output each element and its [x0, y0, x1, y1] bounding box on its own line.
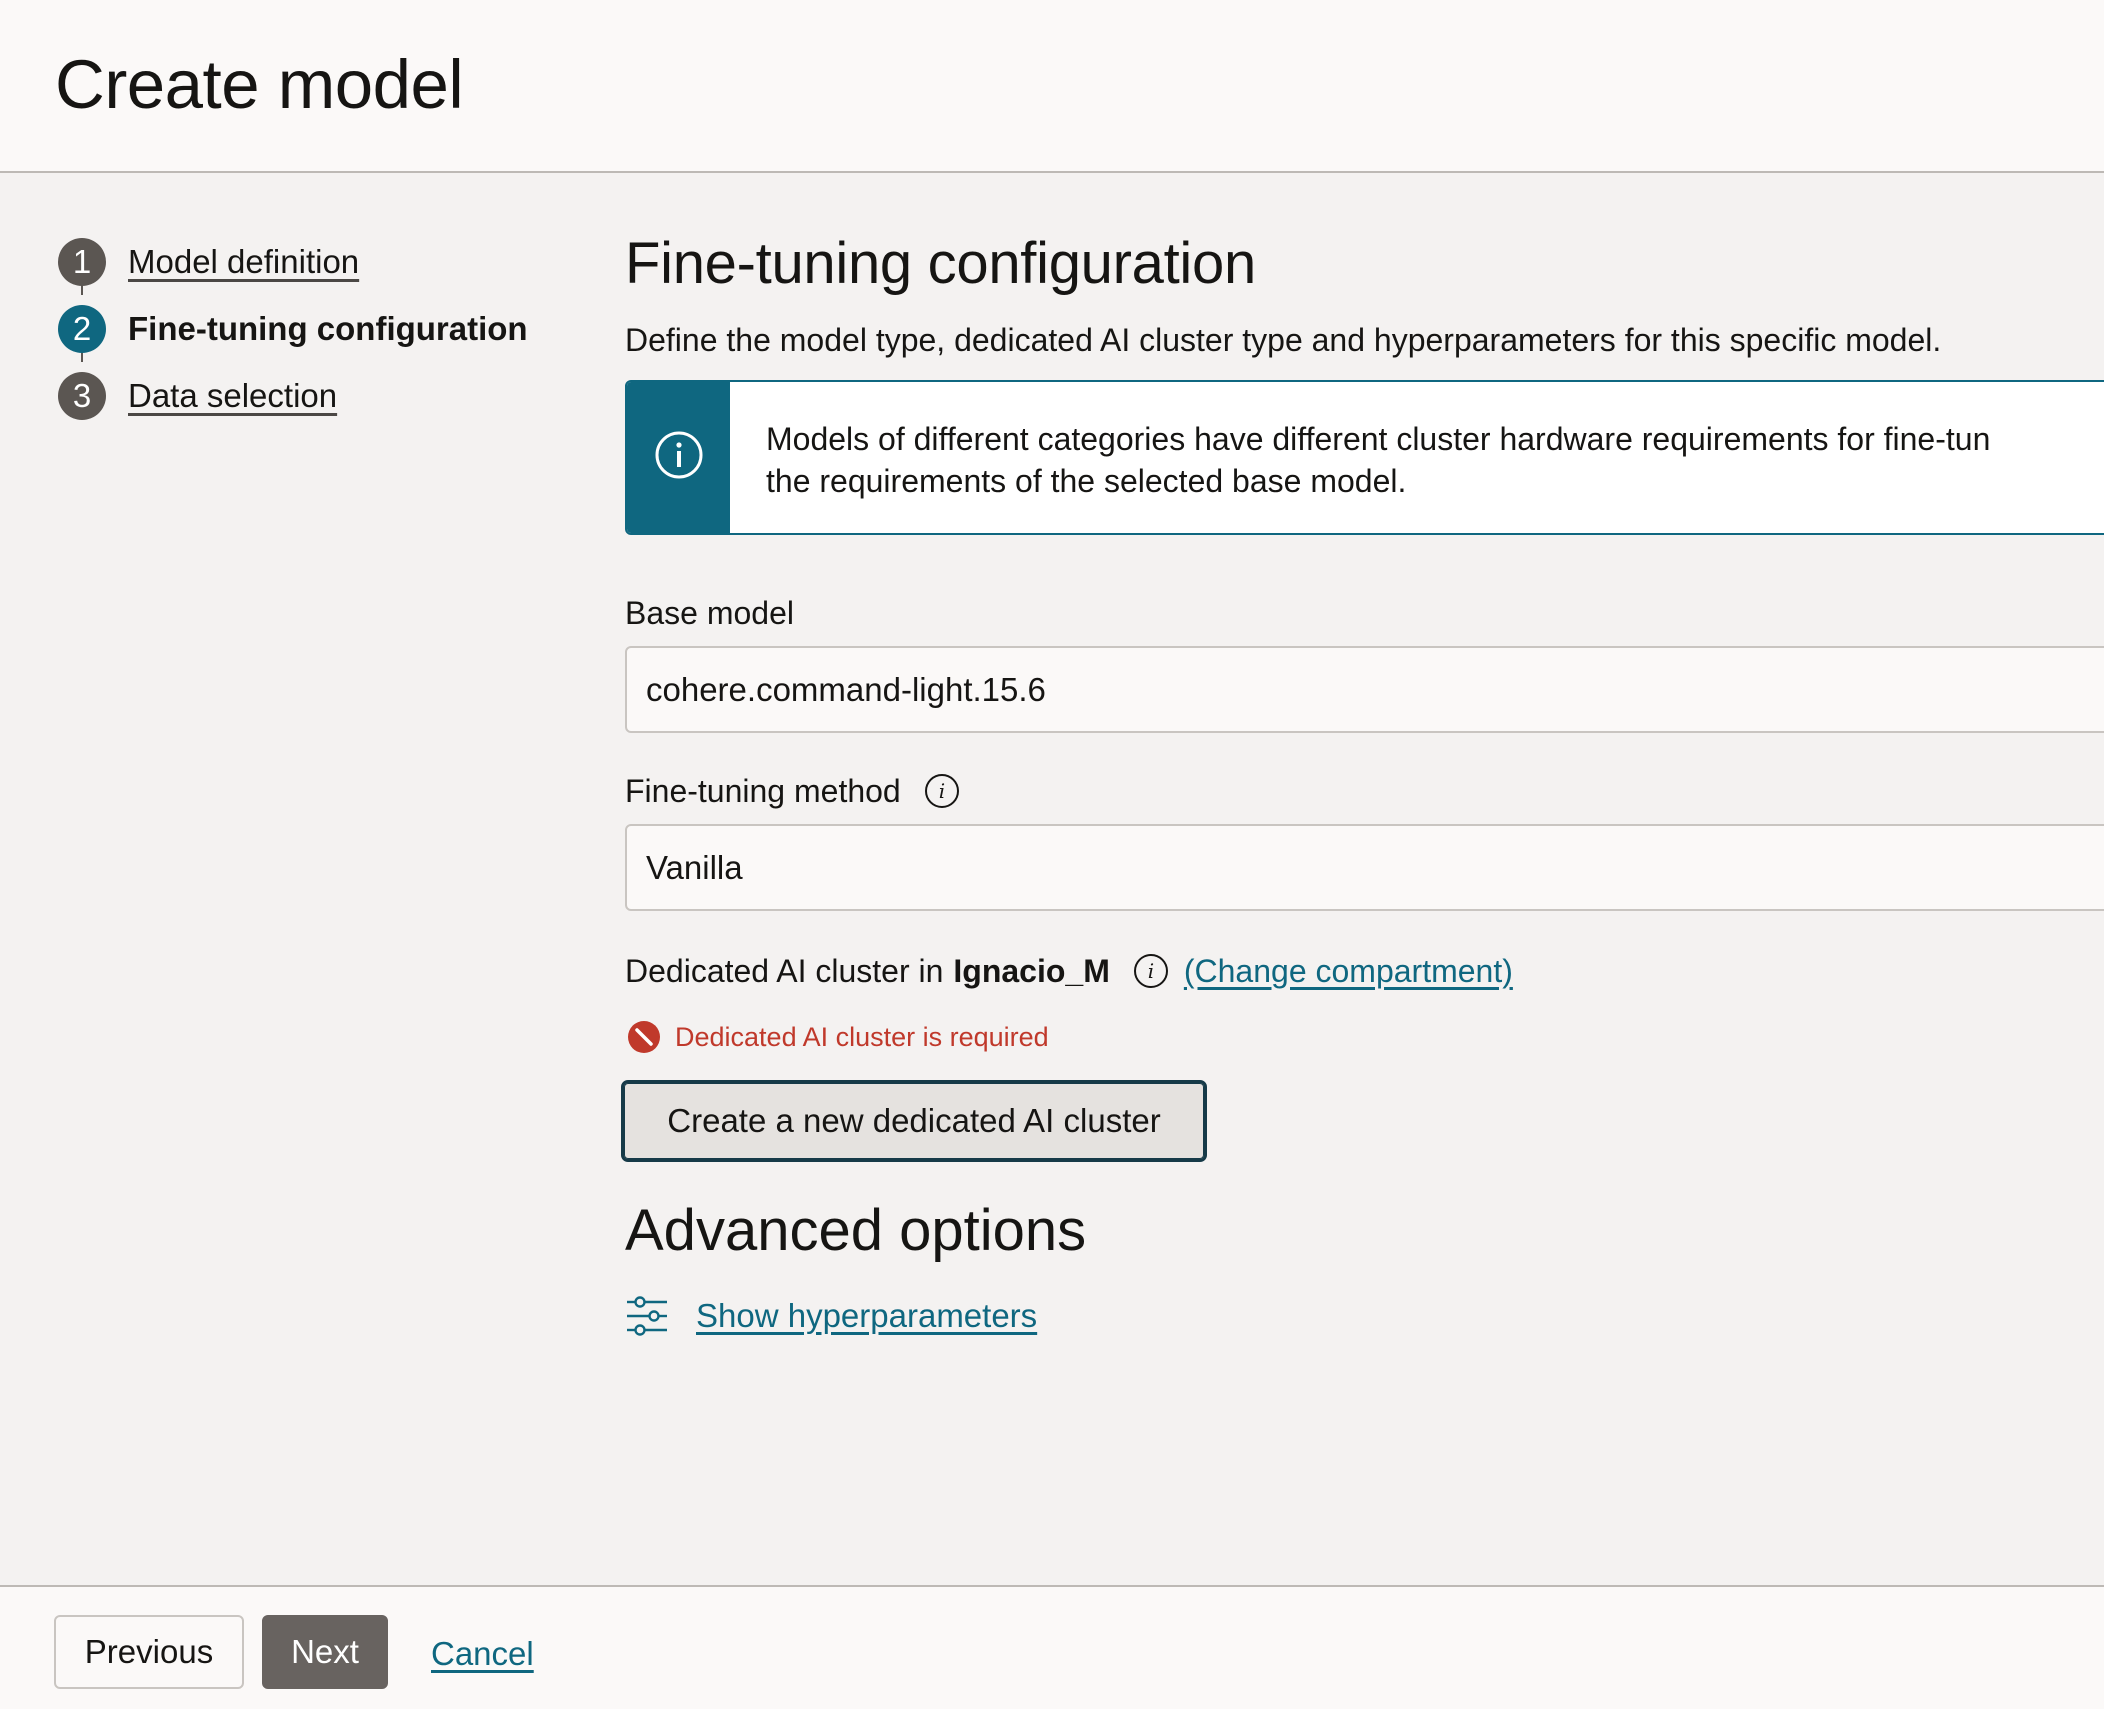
- advanced-options-title: Advanced options: [625, 1198, 1087, 1263]
- step-label: Fine-tuning configuration: [128, 309, 528, 347]
- info-help-icon[interactable]: i: [1132, 952, 1170, 990]
- info-stripe: [627, 382, 730, 533]
- wizard-footer: Previous Next Cancel: [0, 1585, 2104, 1709]
- cluster-label-prefix: Dedicated AI cluster in: [625, 952, 944, 989]
- base-model-label: Base model: [625, 595, 794, 632]
- fine-tuning-method-label: Fine-tuning method i: [625, 772, 961, 810]
- show-hyperparameters-row[interactable]: Show hyperparameters: [625, 1293, 1037, 1339]
- step-number: 1: [58, 237, 106, 286]
- info-text-line: the requirements of the selected base mo…: [766, 463, 1407, 499]
- page-title: Create model: [55, 46, 464, 123]
- step-fine-tuning-configuration: 2 Fine-tuning configuration: [58, 295, 578, 362]
- base-model-field[interactable]: cohere.command-light.15.6: [625, 646, 2104, 733]
- fine-tuning-method-label-text: Fine-tuning method: [625, 772, 901, 809]
- wizard-stepper: 1 Model definition 2 Fine-tuning configu…: [58, 228, 578, 429]
- section-description: Define the model type, dedicated AI clus…: [625, 322, 1942, 358]
- show-hyperparameters-link[interactable]: Show hyperparameters: [696, 1297, 1037, 1335]
- step-number: 3: [58, 371, 106, 420]
- fine-tuning-method-value: Vanilla: [646, 848, 743, 886]
- step-model-definition[interactable]: 1 Model definition: [58, 228, 578, 295]
- step-data-selection[interactable]: 3 Data selection: [58, 362, 578, 429]
- info-text-line: Models of different categories have diff…: [766, 421, 1991, 457]
- cancel-link[interactable]: Cancel: [431, 1635, 534, 1673]
- step-label[interactable]: Model definition: [128, 243, 359, 281]
- info-help-icon[interactable]: i: [923, 772, 961, 810]
- info-icon: [653, 429, 705, 486]
- previous-button[interactable]: Previous: [54, 1615, 244, 1689]
- compartment-name: Ignacio_M: [953, 952, 1110, 989]
- error-text: Dedicated AI cluster is required: [675, 1021, 1049, 1052]
- section-title: Fine-tuning configuration: [625, 231, 1256, 296]
- cluster-error-message: Dedicated AI cluster is required: [627, 1020, 1049, 1054]
- change-compartment-link[interactable]: (Change compartment): [1184, 953, 1513, 990]
- base-model-value: cohere.command-light.15.6: [646, 670, 1046, 708]
- next-button[interactable]: Next: [262, 1615, 388, 1689]
- base-model-label-text: Base model: [625, 595, 794, 631]
- info-text: Models of different categories have diff…: [766, 418, 1990, 502]
- step-label[interactable]: Data selection: [128, 377, 337, 415]
- info-message: Models of different categories have diff…: [625, 380, 2104, 535]
- error-icon: [628, 1021, 660, 1053]
- sliders-icon: [627, 1296, 667, 1336]
- step-number: 2: [58, 304, 106, 353]
- fine-tuning-method-field[interactable]: Vanilla: [625, 824, 2104, 911]
- create-dedicated-cluster-button[interactable]: Create a new dedicated AI cluster: [621, 1080, 1207, 1162]
- page-header: Create model: [0, 0, 2104, 173]
- create-model-page: Create model 1 Model definition 2 Fine-t…: [0, 0, 2104, 1709]
- svg-text:i: i: [939, 779, 945, 803]
- svg-text:i: i: [1148, 959, 1154, 983]
- dedicated-cluster-label: Dedicated AI cluster in Ignacio_M i (Cha…: [625, 952, 1513, 990]
